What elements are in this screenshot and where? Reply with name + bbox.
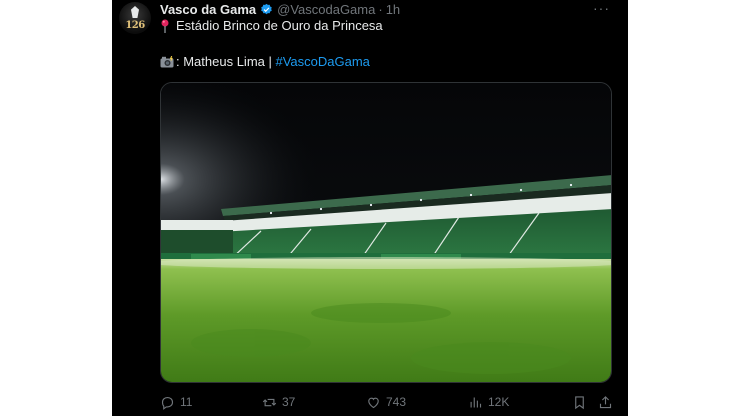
bookmark-icon: [575, 395, 584, 409]
display-name[interactable]: Vasco da Gama: [160, 2, 256, 17]
location-text: Estádio Brinco de Ouro da Princesa: [176, 18, 383, 33]
retweet-icon: [262, 398, 277, 406]
share-button[interactable]: [598, 395, 618, 410]
share-icon: [599, 395, 612, 408]
camera-flash-icon: [160, 55, 174, 67]
like-count: 743: [386, 395, 407, 409]
views-icon: [470, 397, 482, 407]
bookmark-button[interactable]: [572, 395, 592, 410]
round-pushpin-icon: [161, 19, 169, 33]
tweet-header: Vasco da Gama @VascodaGama · 1h: [160, 0, 400, 18]
tweet-text-line-2: : Matheus Lima | #VascoDaGama: [160, 54, 370, 69]
avatar-emblem: [131, 6, 139, 18]
photo-credit-text: : Matheus Lima |: [176, 54, 276, 69]
more-icon[interactable]: ···: [593, 0, 610, 16]
avatar-badge: 126: [125, 20, 145, 31]
stadium-night-photo: [161, 83, 611, 382]
handle[interactable]: @VascodaGama: [277, 2, 375, 17]
timestamp[interactable]: 1h: [386, 2, 400, 17]
tweet-card: 126 Vasco da Gama @VascodaGama · 1h ··· …: [112, 0, 628, 416]
views-button[interactable]: 12K: [468, 395, 509, 410]
like-button[interactable]: 743: [366, 395, 406, 410]
verified-badge-icon: [261, 3, 272, 14]
retweet-count: 37: [282, 395, 296, 409]
action-bar: 11 37 743 12K: [160, 390, 616, 414]
view-count: 12K: [488, 395, 510, 409]
tweet-text-line-1: Estádio Brinco de Ouro da Princesa: [160, 18, 383, 33]
reply-button[interactable]: 11: [160, 395, 192, 410]
tweet-photo[interactable]: [160, 82, 612, 383]
hashtag-link[interactable]: #VascoDaGama: [275, 54, 369, 69]
separator-dot: ·: [378, 1, 383, 17]
avatar[interactable]: 126: [119, 2, 151, 34]
like-icon: [368, 397, 379, 408]
retweet-button[interactable]: 37: [262, 395, 295, 410]
reply-count: 11: [180, 395, 193, 409]
reply-icon: [161, 396, 174, 410]
